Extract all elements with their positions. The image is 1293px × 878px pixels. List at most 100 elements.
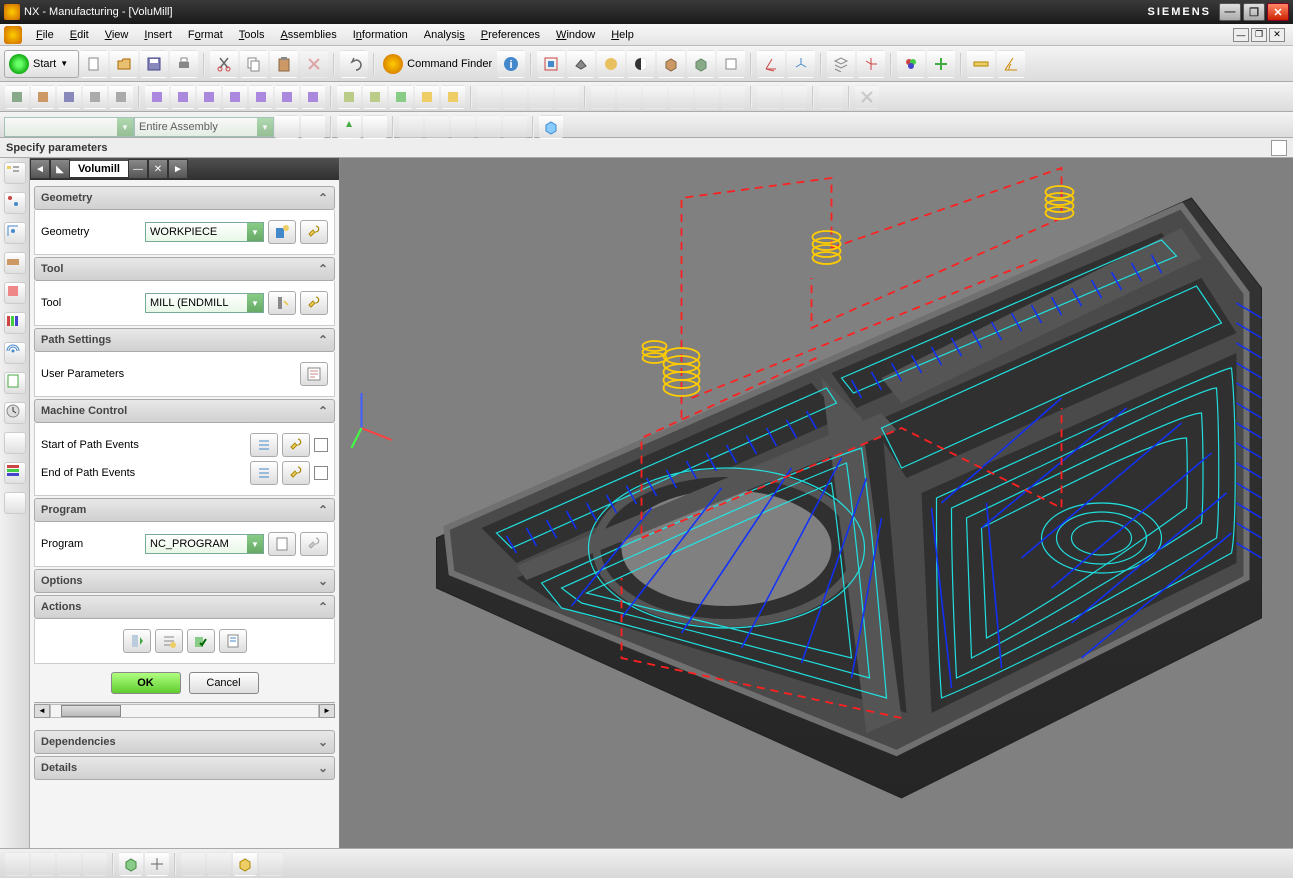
angle-button[interactable] (997, 50, 1025, 78)
close-button[interactable]: ✕ (1267, 3, 1289, 21)
geometry-wrench-button[interactable] (300, 220, 328, 244)
end-events-wrench-button[interactable] (282, 461, 310, 485)
print-button[interactable] (170, 50, 198, 78)
color-button[interactable] (897, 50, 925, 78)
shaded-button[interactable] (597, 50, 625, 78)
delete-button[interactable] (300, 50, 328, 78)
start-button[interactable]: Start ▼ (4, 50, 79, 78)
panel-prev-button[interactable]: ◄ (30, 159, 50, 179)
minimize-button[interactable]: — (1219, 3, 1241, 21)
layers-button[interactable] (827, 50, 855, 78)
btm-btn-7[interactable] (259, 852, 283, 876)
cam-btn-27[interactable] (721, 85, 745, 109)
cam-btn-4[interactable] (83, 85, 107, 109)
cam-btn-delete[interactable] (855, 85, 879, 109)
menu-analysis[interactable]: Analysis (416, 27, 473, 43)
tool-combo[interactable]: MILL (ENDMILL▼ (145, 293, 264, 313)
cam-btn-26[interactable] (695, 85, 719, 109)
paste-button[interactable] (270, 50, 298, 78)
3d-viewport[interactable] (340, 158, 1293, 848)
btm-btn-5[interactable] (181, 852, 205, 876)
geometry-combo[interactable]: WORKPIECE▼ (145, 222, 264, 242)
geometry-edit-button[interactable] (268, 220, 296, 244)
section-tool-header[interactable]: Tool⌃ (34, 257, 335, 281)
program-wrench-button[interactable] (300, 532, 328, 556)
sel-btn-3[interactable] (337, 115, 361, 139)
btm-btn-4[interactable] (83, 852, 107, 876)
menu-view[interactable]: View (97, 27, 137, 43)
res-broadcast[interactable] (4, 342, 26, 364)
cube2-button[interactable] (687, 50, 715, 78)
csys-button[interactable] (787, 50, 815, 78)
action-replay-button[interactable] (155, 629, 183, 653)
sel-btn-4[interactable] (363, 115, 387, 139)
axis-button[interactable] (857, 50, 885, 78)
hscroll-track[interactable] (50, 704, 319, 718)
cut-button[interactable] (210, 50, 238, 78)
menu-preferences[interactable]: Preferences (473, 27, 548, 43)
cam-btn-25[interactable] (669, 85, 693, 109)
cam-btn-19[interactable] (503, 85, 527, 109)
status-icon[interactable] (1271, 140, 1287, 156)
program-new-button[interactable] (268, 532, 296, 556)
menu-file[interactable]: File (28, 27, 62, 43)
cam-btn-18[interactable] (477, 85, 501, 109)
selection-filter-combo[interactable]: ▼ (4, 117, 134, 137)
menu-format[interactable]: Format (180, 27, 231, 43)
section-geometry-header[interactable]: Geometry⌃ (34, 186, 335, 210)
info-button[interactable]: i (497, 50, 525, 78)
program-combo[interactable]: NC_PROGRAM▼ (145, 534, 264, 554)
action-list-button[interactable] (219, 629, 247, 653)
action-verify-button[interactable] (187, 629, 215, 653)
sel-btn-6[interactable] (425, 115, 449, 139)
section-machine-header[interactable]: Machine Control⌃ (34, 399, 335, 423)
cam-btn-12[interactable] (301, 85, 325, 109)
cam-btn-13[interactable] (337, 85, 361, 109)
cam-btn-28[interactable] (757, 85, 781, 109)
cam-btn-20[interactable] (529, 85, 553, 109)
btm-btn-6[interactable] (207, 852, 231, 876)
res-navigator[interactable] (4, 162, 26, 184)
hscroll-left[interactable]: ◄ (34, 704, 50, 718)
maximize-button[interactable]: ❐ (1243, 3, 1265, 21)
menu-help[interactable]: Help (603, 27, 642, 43)
menu-information[interactable]: Information (345, 27, 416, 43)
res-library[interactable] (4, 312, 26, 334)
btm-btn-3[interactable] (57, 852, 81, 876)
save-button[interactable] (140, 50, 168, 78)
hscroll-right[interactable]: ► (319, 704, 335, 718)
hscroll-thumb[interactable] (61, 705, 121, 717)
cam-btn-23[interactable] (617, 85, 641, 109)
cam-btn-9[interactable] (223, 85, 247, 109)
btm-btn-2[interactable] (31, 852, 55, 876)
cam-btn-30[interactable] (819, 85, 843, 109)
assembly-combo[interactable]: Entire Assembly▼ (134, 117, 274, 137)
sel-btn-9[interactable] (503, 115, 527, 139)
btm-btn-component[interactable] (119, 852, 143, 876)
cam-btn-21[interactable] (555, 85, 579, 109)
cam-btn-2[interactable] (31, 85, 55, 109)
undo-button[interactable] (340, 50, 368, 78)
btm-btn-1[interactable] (5, 852, 29, 876)
cam-btn-3[interactable] (57, 85, 81, 109)
menu-tools[interactable]: Tools (231, 27, 273, 43)
end-events-checkbox[interactable] (314, 466, 328, 480)
btm-btn-solid[interactable] (233, 852, 257, 876)
new-button[interactable] (80, 50, 108, 78)
res-color[interactable] (4, 462, 26, 484)
mdi-close[interactable]: ✕ (1269, 28, 1285, 42)
cancel-button[interactable]: Cancel (189, 672, 259, 694)
sel-btn-5[interactable] (399, 115, 423, 139)
cube1-button[interactable] (657, 50, 685, 78)
panel-close-button[interactable]: ✕ (148, 159, 168, 179)
render-button[interactable] (627, 50, 655, 78)
res-geometry[interactable] (4, 282, 26, 304)
cam-btn-14[interactable] (363, 85, 387, 109)
cam-btn-1[interactable] (5, 85, 29, 109)
user-params-button[interactable] (300, 362, 328, 386)
sel-btn-7[interactable] (451, 115, 475, 139)
start-events-list-button[interactable] (250, 433, 278, 457)
cam-btn-22[interactable] (591, 85, 615, 109)
mdi-restore[interactable]: ❐ (1251, 28, 1267, 42)
panel-hscroll[interactable]: ◄ ► (34, 702, 335, 718)
